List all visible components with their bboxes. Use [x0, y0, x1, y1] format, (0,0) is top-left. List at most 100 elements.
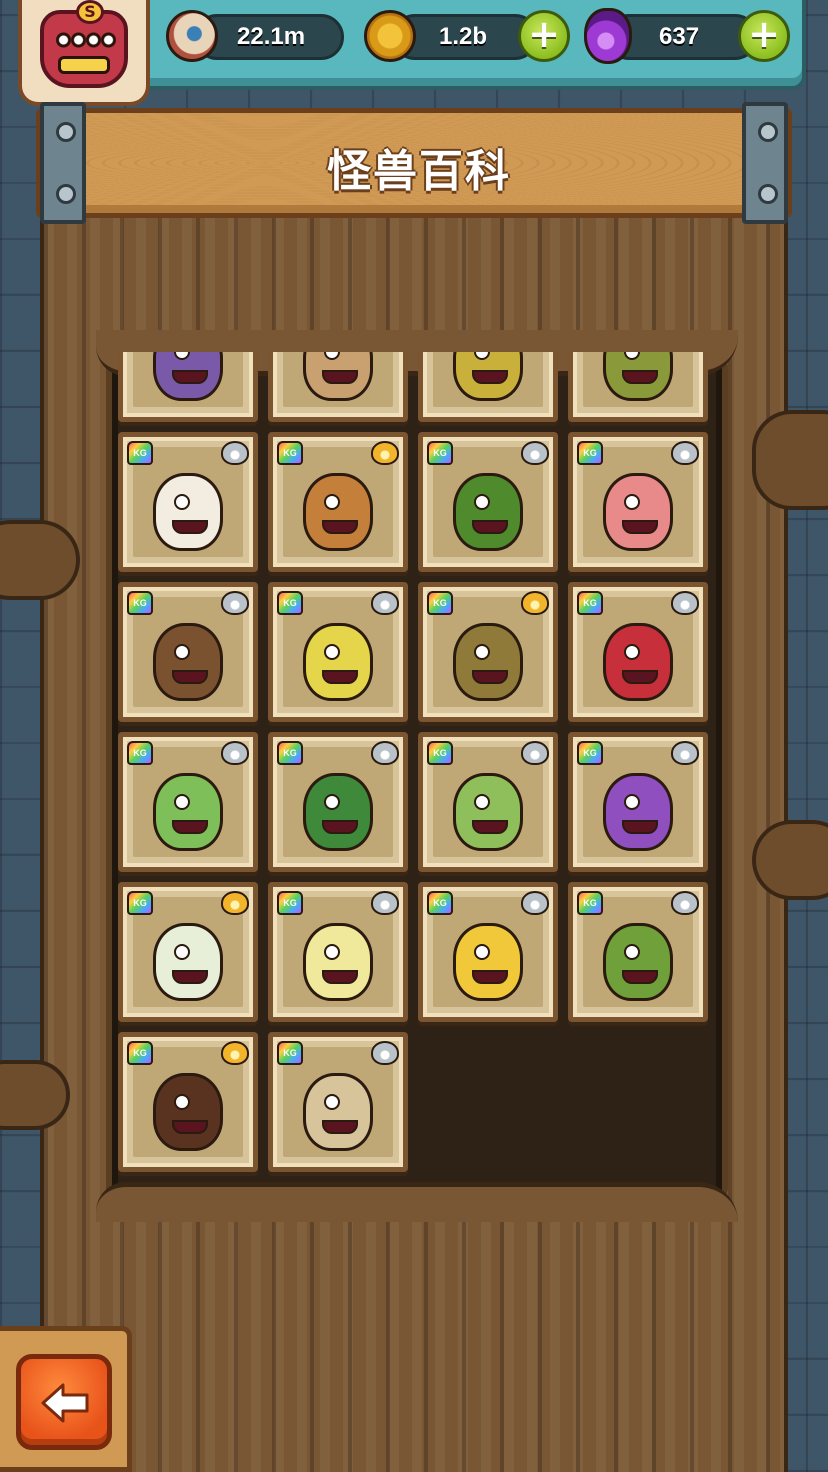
gold-rarity-icon — [221, 891, 249, 915]
cabbage-turtle-icon — [153, 773, 223, 851]
silver-rarity-icon — [521, 441, 549, 465]
red-lips-monster-icon — [603, 623, 673, 701]
kg-weight-icon: KG — [577, 741, 603, 765]
silver-rarity-icon — [521, 741, 549, 765]
tree-branch-left — [0, 520, 80, 600]
potions-value: 637 — [659, 23, 700, 50]
watermelon-chomper-icon — [303, 773, 373, 851]
cheese-wedge-icon — [453, 923, 523, 1001]
yellow-blob-monster-icon — [453, 352, 523, 401]
back-button[interactable] — [16, 1354, 112, 1450]
silver-rarity-icon — [671, 891, 699, 915]
monster-card-pear-bird[interactable]: KG — [268, 582, 408, 722]
peach-monster-icon — [603, 473, 673, 551]
gold-rarity-icon — [221, 1041, 249, 1065]
monster-card-cauliflower-flower[interactable]: KG — [268, 882, 408, 1022]
monster-collection-grid: KGKGKGKGKGKGKGKGKGKGKGKGKGKGKGKGKGKGKGKG… — [118, 352, 716, 1180]
monster-card-onion-creature[interactable]: KG — [268, 1032, 408, 1172]
kg-weight-icon: KG — [127, 591, 153, 615]
kg-weight-icon: KG — [427, 891, 453, 915]
kg-weight-icon: KG — [127, 441, 153, 465]
monster-card-cowboy-potato[interactable]: KG — [418, 582, 558, 722]
gold-rarity-icon — [371, 441, 399, 465]
cauliflower-flower-icon — [303, 923, 373, 1001]
silver-rarity-icon — [371, 591, 399, 615]
monster-card-tentacle-creature[interactable]: KG — [118, 352, 258, 422]
eyes-value: 22.1m — [237, 23, 306, 50]
back-arrow-icon — [41, 1383, 89, 1423]
title-banner: 怪兽百科 — [36, 108, 792, 218]
coin-icon — [364, 10, 416, 62]
monster-card-hermit-crab[interactable]: KG — [118, 582, 258, 722]
kg-weight-icon: KG — [427, 741, 453, 765]
kg-weight-icon: KG — [127, 1041, 153, 1065]
kg-weight-icon: KG — [577, 891, 603, 915]
tree-branch-right — [752, 410, 828, 510]
potion-icon — [584, 8, 632, 64]
silver-rarity-icon — [221, 591, 249, 615]
herb-sprig-icon — [453, 773, 523, 851]
gold-rarity-icon — [521, 591, 549, 615]
monster-card-sheep-llama[interactable]: KG — [118, 432, 258, 572]
silver-rarity-icon — [671, 591, 699, 615]
kg-weight-icon: KG — [577, 591, 603, 615]
page-title: 怪兽百科 — [327, 146, 511, 197]
monster-card-hairy-beast[interactable]: KG — [118, 1032, 258, 1172]
tree-branch-left-lower — [0, 1060, 70, 1130]
coins-value: 1.2b — [439, 23, 488, 50]
silver-rarity-icon — [671, 441, 699, 465]
monster-card-medusa-plant[interactable]: KG — [568, 882, 708, 1022]
monster-card-cheese-wedge[interactable]: KG — [418, 882, 558, 1022]
pear-bird-icon — [303, 623, 373, 701]
monster-card-daikon-radish[interactable]: KG — [118, 882, 258, 1022]
tentacle-creature-icon — [153, 352, 223, 401]
daikon-radish-icon — [153, 923, 223, 1001]
crocodile-plant-icon — [453, 473, 523, 551]
kg-weight-icon: KG — [127, 741, 153, 765]
add-potions-button[interactable]: + — [738, 10, 790, 62]
monster-card-yellow-blob-monster[interactable]: KG — [418, 352, 558, 422]
kg-weight-icon: KG — [277, 741, 303, 765]
monster-card-crocodile-plant[interactable]: KG — [418, 432, 558, 572]
silver-rarity-icon — [371, 1041, 399, 1065]
cowboy-potato-icon — [453, 623, 523, 701]
green-lizard-icon — [603, 352, 673, 401]
hermit-crab-icon — [153, 623, 223, 701]
silver-rarity-icon — [371, 741, 399, 765]
hollow-rim-bottom — [96, 1182, 738, 1222]
monster-card-twig-critter[interactable]: KG — [268, 352, 408, 422]
monster-card-red-lips-monster[interactable]: KG — [568, 582, 708, 722]
avatar-mouth — [58, 56, 110, 74]
banner-clamp-left — [40, 102, 86, 224]
silver-rarity-icon — [221, 441, 249, 465]
silver-rarity-icon — [371, 891, 399, 915]
kg-weight-icon: KG — [277, 441, 303, 465]
tree-branch-right-lower — [752, 820, 828, 900]
silver-rarity-icon — [221, 741, 249, 765]
kg-weight-icon: KG — [277, 591, 303, 615]
banner-clamp-right — [742, 102, 788, 224]
sheep-llama-icon — [153, 473, 223, 551]
monster-card-shell-creature[interactable]: KG — [268, 432, 408, 572]
add-coins-button[interactable]: + — [518, 10, 570, 62]
monster-card-green-lizard[interactable]: KG — [568, 352, 708, 422]
medusa-plant-icon — [603, 923, 673, 1001]
monster-card-herb-sprig[interactable]: KG — [418, 732, 558, 872]
kg-weight-icon: KG — [127, 891, 153, 915]
onion-creature-icon — [303, 1073, 373, 1151]
kg-weight-icon: KG — [427, 441, 453, 465]
monster-card-peach-monster[interactable]: KG — [568, 432, 708, 572]
monster-card-grape-spider[interactable]: KG — [568, 732, 708, 872]
silver-rarity-icon — [671, 741, 699, 765]
kg-weight-icon: KG — [427, 591, 453, 615]
monster-card-watermelon-chomper[interactable]: KG — [268, 732, 408, 872]
kg-weight-icon: KG — [577, 441, 603, 465]
player-avatar[interactable]: S — [18, 0, 150, 106]
shell-creature-icon — [303, 473, 373, 551]
twig-critter-icon — [303, 352, 373, 401]
grape-spider-icon — [603, 773, 673, 851]
eyeball-icon — [166, 10, 218, 62]
monster-card-cabbage-turtle[interactable]: KG — [118, 732, 258, 872]
hairy-beast-icon — [153, 1073, 223, 1151]
avatar-rank-letter: S — [76, 0, 104, 24]
